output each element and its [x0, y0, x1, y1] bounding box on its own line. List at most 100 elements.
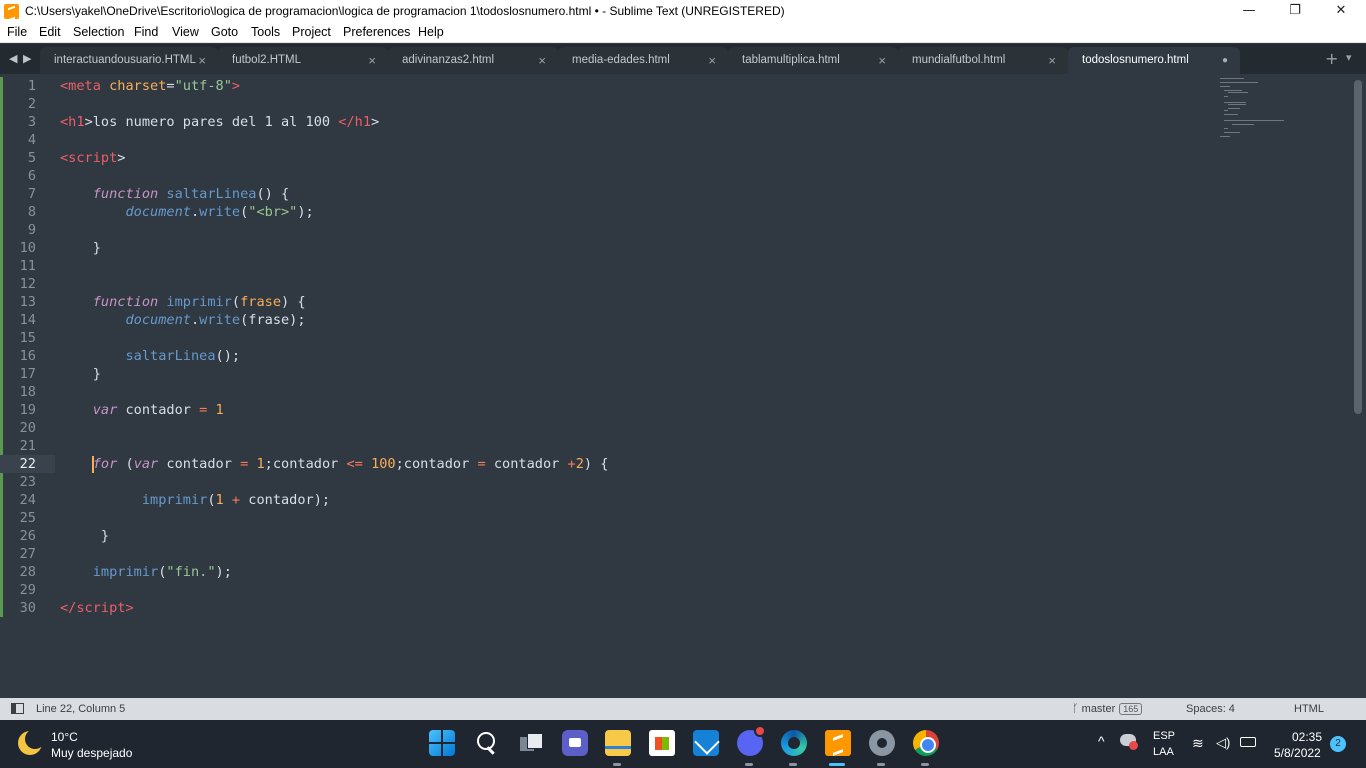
code-line[interactable]: 1 <meta charset="utf-8"> — [0, 77, 1210, 95]
tab-interactuandousuario[interactable]: interactuandousuario.HTML × — [40, 47, 218, 74]
code-line[interactable]: 3 <h1>los numero pares del 1 al 100 </h1> — [0, 113, 1210, 131]
code-line[interactable]: 30 </script> — [0, 599, 1210, 617]
code-line[interactable]: 29 — [0, 581, 1210, 599]
code-line[interactable]: 23 — [0, 473, 1210, 491]
code-line[interactable]: 13 function imprimir(frase) { — [0, 293, 1210, 311]
keyboard-layout[interactable]: LAA — [1153, 746, 1174, 758]
menu-view[interactable]: View — [172, 25, 199, 39]
battery-icon[interactable] — [1240, 737, 1256, 747]
search-icon[interactable] — [474, 730, 500, 756]
code-line[interactable]: 16 saltarLinea(); — [0, 347, 1210, 365]
tab-tablamultiplica[interactable]: tablamultiplica.html × — [728, 47, 898, 74]
cursor-position[interactable]: Line 22, Column 5 — [36, 703, 125, 715]
volume-icon[interactable]: ◁) — [1216, 735, 1230, 751]
discord-icon[interactable] — [737, 725, 766, 756]
start-icon[interactable] — [429, 730, 455, 756]
menu-preferences[interactable]: Preferences — [343, 25, 410, 39]
indentation-setting[interactable]: Spaces: 4 — [1186, 703, 1235, 715]
syntax-mode[interactable]: HTML — [1294, 703, 1324, 715]
menu-project[interactable]: Project — [292, 25, 331, 39]
code-line[interactable]: 12 — [0, 275, 1210, 293]
tab-media-edades[interactable]: media-edades.html × — [558, 47, 728, 74]
tab-futbol2[interactable]: futbol2.HTML × — [218, 47, 388, 74]
menu-find[interactable]: Find — [134, 25, 158, 39]
code-line[interactable]: 21 — [0, 437, 1210, 455]
wifi-icon[interactable]: ≋ — [1192, 735, 1204, 752]
weather-moon-icon[interactable] — [18, 729, 45, 755]
chevron-up-icon[interactable]: ^ — [1098, 733, 1105, 749]
close-tab-icon[interactable]: × — [198, 53, 206, 68]
tab-todoslosnumero[interactable]: todoslosnumero.html ● — [1068, 47, 1240, 74]
menu-tools[interactable]: Tools — [251, 25, 280, 39]
running-indicator — [745, 763, 753, 766]
menu-help[interactable]: Help — [418, 25, 444, 39]
line-number: 4 — [27, 132, 36, 148]
code-line[interactable]: 8 document.write("<br>"); — [0, 203, 1210, 221]
mail-icon[interactable] — [693, 730, 719, 756]
task-view-icon[interactable] — [518, 730, 544, 756]
code-line[interactable]: 6 — [0, 167, 1210, 185]
code-line[interactable]: 24 imprimir(1 + contador); — [0, 491, 1210, 509]
chrome-icon[interactable] — [913, 730, 939, 756]
code-line[interactable]: 2 — [0, 95, 1210, 113]
maximize-button[interactable]: ❐ — [1272, 0, 1318, 23]
tab-list-chevron-icon[interactable]: ▾ — [1346, 51, 1352, 64]
microsoft-store-icon[interactable] — [649, 730, 675, 756]
tab-adivinanzas2[interactable]: adivinanzas2.html × — [388, 47, 558, 74]
code-editor[interactable]: 1 <meta charset="utf-8"> 2 3 <h1>los numero … — [0, 74, 1366, 698]
clock-time[interactable]: 02:35 — [1292, 730, 1322, 744]
weather-condition[interactable]: Muy despejado — [51, 746, 132, 760]
close-tab-icon[interactable]: × — [368, 53, 376, 68]
toggle-panel-icon[interactable] — [11, 703, 24, 714]
unsaved-dot-icon[interactable]: ● — [1222, 55, 1228, 66]
close-tab-icon[interactable]: × — [878, 53, 886, 68]
code-line[interactable]: 28 imprimir("fin."); — [0, 563, 1210, 581]
menu-goto[interactable]: Goto — [211, 25, 238, 39]
code-line[interactable]: 18 — [0, 383, 1210, 401]
code-line[interactable]: 4 — [0, 131, 1210, 149]
language-code[interactable]: ESP — [1153, 730, 1175, 742]
close-tab-icon[interactable]: × — [708, 53, 716, 68]
code-line[interactable]: 17 } — [0, 365, 1210, 383]
code-line[interactable]: 26 } — [0, 527, 1210, 545]
code-token: function — [92, 294, 159, 310]
notification-count-badge[interactable]: 2 — [1330, 736, 1346, 752]
edge-icon[interactable] — [781, 730, 807, 756]
clock-date[interactable]: 5/8/2022 — [1274, 746, 1321, 760]
code-line[interactable]: 20 — [0, 419, 1210, 437]
close-tab-icon[interactable]: × — [538, 53, 546, 68]
vertical-scrollbar[interactable] — [1354, 80, 1362, 414]
code-line[interactable]: 9 — [0, 221, 1210, 239]
code-line[interactable]: 19 var contador = 1 — [0, 401, 1210, 419]
minimap[interactable] — [1218, 76, 1288, 146]
new-tab-icon[interactable]: + — [1325, 49, 1338, 68]
menu-file[interactable]: File — [7, 25, 27, 39]
code-line[interactable]: 27 — [0, 545, 1210, 563]
close-button[interactable]: ✕ — [1318, 0, 1364, 23]
close-tab-icon[interactable]: × — [1048, 53, 1056, 68]
code-line[interactable]: 10 } — [0, 239, 1210, 257]
code-line[interactable]: 11 — [0, 257, 1210, 275]
weather-temperature[interactable]: 10°C — [51, 730, 78, 744]
minimize-button[interactable]: — — [1226, 0, 1272, 23]
code-line[interactable]: 22 for (var contador = 1;contador <= 100… — [0, 455, 1210, 473]
code-token: ;contador — [264, 456, 347, 472]
code-line[interactable]: 7 function saltarLinea() { — [0, 185, 1210, 203]
line-number: 17 — [19, 366, 36, 382]
code-token: () { — [256, 186, 290, 202]
line-code: imprimir(1 + contador); — [60, 491, 330, 509]
code-line[interactable]: 5 <script> — [0, 149, 1210, 167]
menu-selection[interactable]: Selection — [73, 25, 124, 39]
file-explorer-icon[interactable] — [605, 730, 631, 756]
code-line[interactable]: 25 — [0, 509, 1210, 527]
tab-mundialfutbol[interactable]: mundialfutbol.html × — [898, 47, 1068, 74]
code-line[interactable]: 14 document.write(frase); — [0, 311, 1210, 329]
code-line[interactable]: 15 — [0, 329, 1210, 347]
settings-icon[interactable] — [869, 730, 895, 756]
tab-prev-icon[interactable]: ◀ — [9, 52, 17, 65]
menu-edit[interactable]: Edit — [39, 25, 61, 39]
sublime-text-icon[interactable] — [825, 730, 851, 756]
teams-chat-icon[interactable] — [562, 730, 588, 756]
git-branch[interactable]: ᚴ master 165 — [1072, 703, 1143, 715]
tab-next-icon[interactable]: ▶ — [23, 52, 31, 65]
